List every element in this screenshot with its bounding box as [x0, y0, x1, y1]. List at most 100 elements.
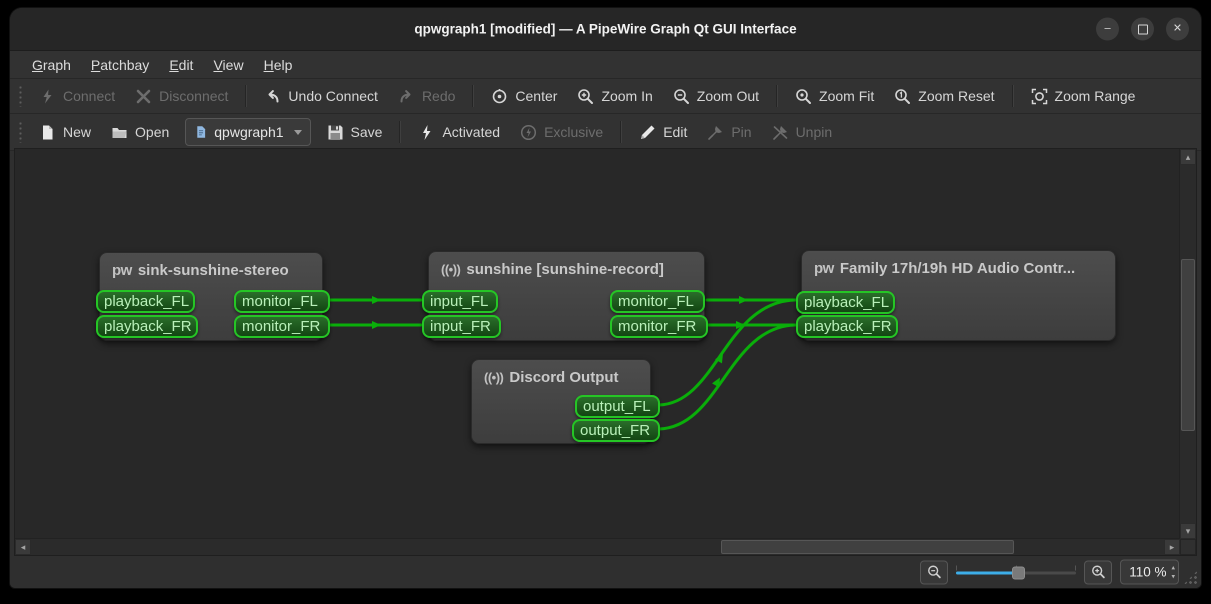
resize-grip[interactable]: [1183, 570, 1198, 585]
open-label: Open: [135, 124, 169, 140]
port-output-fl[interactable]: output_FL: [575, 395, 660, 418]
port-output-fr[interactable]: output_FR: [572, 419, 660, 442]
toolbar-separator: [620, 121, 622, 143]
center-button[interactable]: Center: [481, 82, 567, 110]
zoom-out-icon: [673, 88, 690, 105]
graph-canvas[interactable]: pw sink-sunshine-stereo playback_FL play…: [14, 148, 1197, 556]
unpin-label: Unpin: [796, 124, 833, 140]
connect-button[interactable]: Connect: [29, 82, 125, 110]
new-file-icon: [39, 124, 56, 141]
scroll-right-button[interactable]: ▸: [1164, 539, 1180, 555]
zoom-in-icon: [577, 88, 594, 105]
connect-label: Connect: [63, 88, 115, 104]
node-title: Discord Output: [509, 369, 618, 386]
horizontal-scroll-thumb[interactable]: [721, 540, 1014, 554]
activated-button[interactable]: Activated: [408, 118, 510, 146]
vertical-scrollbar[interactable]: ▴ ▾: [1179, 149, 1196, 539]
window-title: qpwgraph1 [modified] — A PipeWire Graph …: [414, 22, 796, 37]
zoom-out-small-button[interactable]: [920, 560, 948, 584]
slider-handle[interactable]: [1012, 566, 1025, 579]
window-controls: – ✕: [1096, 18, 1189, 41]
new-button[interactable]: New: [29, 118, 101, 146]
scroll-down-icon: ▾: [1186, 526, 1191, 537]
menu-help[interactable]: Help: [254, 54, 303, 76]
zoom-out-label: Zoom Out: [697, 88, 759, 104]
toolbar-drag-handle[interactable]: [18, 85, 23, 107]
zoom-value: 110 %: [1129, 565, 1166, 580]
node-sunshine[interactable]: ((•)) sunshine [sunshine-record] input_F…: [428, 251, 705, 341]
menu-view[interactable]: View: [203, 54, 253, 76]
pin-label: Pin: [731, 124, 751, 140]
zoom-fit-icon: [795, 88, 812, 105]
redo-button[interactable]: Redo: [388, 82, 465, 110]
session-combo[interactable]: qpwgraph1: [185, 118, 310, 146]
edit-pencil-icon: [639, 124, 656, 141]
close-button[interactable]: ✕: [1166, 18, 1189, 41]
node-sink-sunshine-stereo[interactable]: pw sink-sunshine-stereo playback_FL play…: [99, 252, 323, 341]
port-monitor-fl[interactable]: monitor_FL: [234, 290, 330, 313]
port-input-fl[interactable]: input_FL: [422, 290, 498, 313]
exclusive-bolt-icon: [520, 124, 537, 141]
zoom-range-button[interactable]: Zoom Range: [1021, 82, 1146, 110]
activated-label: Activated: [442, 124, 500, 140]
horizontal-scrollbar[interactable]: ◂ ▸: [15, 538, 1180, 555]
node-family-hd-audio[interactable]: pw Family 17h/19h HD Audio Contr... play…: [801, 250, 1116, 341]
node-header: pw sink-sunshine-stereo: [100, 253, 322, 279]
unpin-button[interactable]: Unpin: [762, 118, 843, 146]
toolbar-graph: Connect Disconnect Undo Connect Redo Cen…: [10, 79, 1201, 114]
titlebar[interactable]: qpwgraph1 [modified] — A PipeWire Graph …: [10, 8, 1201, 51]
edit-button[interactable]: Edit: [629, 118, 697, 146]
zoom-in-small-button[interactable]: [1084, 560, 1112, 584]
port-monitor-fr[interactable]: monitor_FR: [610, 315, 708, 338]
menu-edit[interactable]: Edit: [159, 54, 203, 76]
chevron-down-icon: [294, 130, 302, 135]
zoom-fit-label: Zoom Fit: [819, 88, 874, 104]
zoom-in-label: Zoom In: [601, 88, 652, 104]
port-monitor-fr[interactable]: monitor_FR: [234, 315, 330, 338]
redo-label: Redo: [422, 88, 455, 104]
edit-label: Edit: [663, 124, 687, 140]
open-button[interactable]: Open: [101, 118, 179, 146]
toolbar-file: New Open qpwgraph1 Save Activated Exclus…: [10, 114, 1201, 151]
menu-patchbay[interactable]: Patchbay: [81, 54, 159, 76]
menu-graph[interactable]: Graph: [22, 54, 81, 76]
port-playback-fr[interactable]: playback_FR: [796, 315, 898, 338]
save-button[interactable]: Save: [317, 118, 393, 146]
scrollbar-corner: [1180, 539, 1196, 555]
zoom-reset-button[interactable]: Zoom Reset: [884, 82, 1004, 110]
toolbar-separator: [399, 121, 401, 143]
scroll-left-button[interactable]: ◂: [15, 539, 31, 555]
spin-up-icon: ▴: [1171, 564, 1175, 571]
undo-connect-button[interactable]: Undo Connect: [254, 82, 388, 110]
disconnect-button[interactable]: Disconnect: [125, 82, 238, 110]
port-monitor-fl[interactable]: monitor_FL: [610, 290, 705, 313]
undo-icon: [264, 88, 281, 105]
toolbar-drag-handle[interactable]: [18, 121, 23, 143]
port-playback-fl[interactable]: playback_FL: [96, 290, 195, 313]
zoom-reset-icon: [894, 88, 911, 105]
maximize-button[interactable]: [1131, 18, 1154, 41]
scroll-down-button[interactable]: ▾: [1180, 523, 1196, 539]
spin-arrows[interactable]: ▴ ▾: [1171, 564, 1175, 580]
scroll-up-button[interactable]: ▴: [1180, 149, 1196, 165]
port-input-fr[interactable]: input_FR: [422, 315, 501, 338]
node-header: ((•)) sunshine [sunshine-record]: [429, 252, 704, 278]
port-playback-fr[interactable]: playback_FR: [96, 315, 198, 338]
vertical-scroll-thumb[interactable]: [1181, 259, 1195, 431]
zoom-slider[interactable]: [956, 563, 1076, 581]
save-label: Save: [351, 124, 383, 140]
minimize-button[interactable]: –: [1096, 18, 1119, 41]
zoom-in-button[interactable]: Zoom In: [567, 82, 662, 110]
zoom-out-button[interactable]: Zoom Out: [663, 82, 769, 110]
toolbar-separator: [245, 85, 247, 107]
exclusive-button[interactable]: Exclusive: [510, 118, 613, 146]
zoom-in-icon: [1091, 565, 1106, 580]
zoom-spinbox[interactable]: 110 % ▴ ▾: [1120, 560, 1179, 585]
node-discord-output[interactable]: ((•)) Discord Output output_FL output_FR: [471, 359, 651, 444]
pin-button[interactable]: Pin: [697, 118, 761, 146]
spin-down-icon: ▾: [1171, 573, 1175, 580]
node-title: sunshine [sunshine-record]: [466, 261, 664, 278]
port-playback-fl[interactable]: playback_FL: [796, 291, 895, 314]
zoom-fit-button[interactable]: Zoom Fit: [785, 82, 884, 110]
pipewire-icon: pw: [814, 260, 834, 277]
